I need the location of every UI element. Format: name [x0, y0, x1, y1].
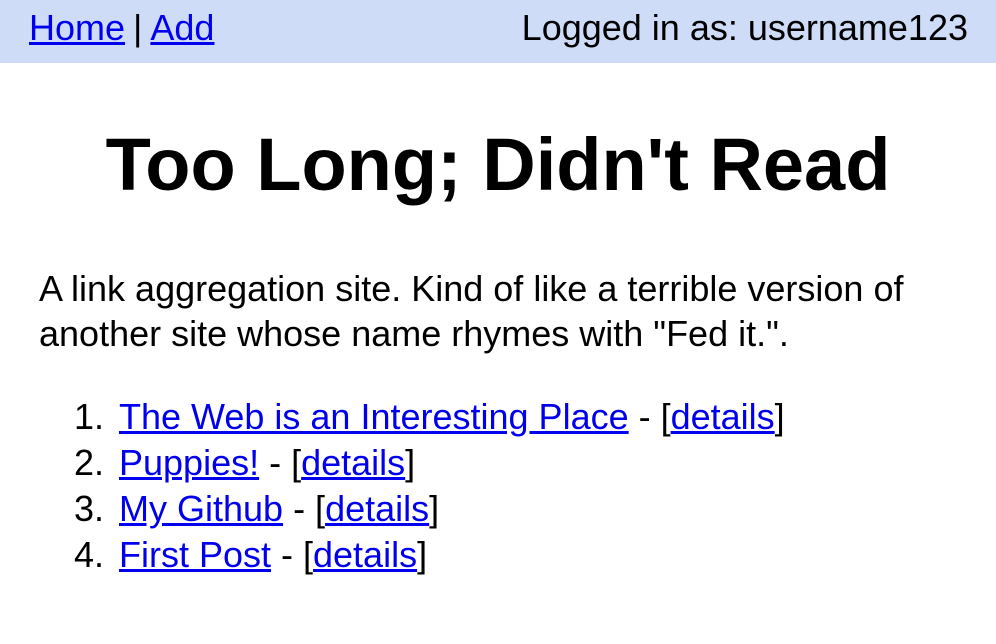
add-link[interactable]: Add — [150, 7, 214, 48]
list-number: 2. — [74, 442, 105, 483]
list-number: 4. — [74, 534, 105, 575]
login-status: Logged in as: username123 — [521, 7, 968, 48]
details-suffix: ] — [405, 442, 416, 483]
link-title[interactable]: My Github — [119, 488, 283, 529]
home-link[interactable]: Home — [29, 7, 125, 48]
details-link[interactable]: details — [313, 534, 417, 575]
page-title: Too Long; Didn't Read — [105, 123, 891, 206]
details-link[interactable]: details — [301, 442, 405, 483]
list-item: 3. My Github - [details] — [74, 486, 785, 532]
details-suffix: ] — [774, 396, 785, 437]
details-link[interactable]: details — [671, 396, 775, 437]
link-title[interactable]: The Web is an Interesting Place — [119, 396, 629, 437]
details-suffix: ] — [417, 534, 428, 575]
top-navigation-bar: Home | Add Logged in as: username123 — [0, 0, 996, 63]
details-prefix: - [ — [283, 488, 326, 529]
link-title[interactable]: First Post — [119, 534, 271, 575]
link-list: 1. The Web is an Interesting Place - [det… — [74, 394, 785, 578]
details-prefix: - [ — [259, 442, 302, 483]
details-suffix: ] — [429, 488, 440, 529]
details-link[interactable]: details — [325, 488, 429, 529]
primary-nav: Home | Add — [29, 8, 214, 48]
site-description: A link aggregation site. Kind of like a … — [39, 268, 904, 354]
list-number: 1. — [74, 396, 105, 437]
details-prefix: - [ — [271, 534, 314, 575]
details-prefix: - [ — [628, 396, 671, 437]
list-item: 1. The Web is an Interesting Place - [det… — [74, 394, 785, 440]
list-number: 3. — [74, 488, 105, 529]
nav-separator: | — [133, 7, 143, 48]
link-title[interactable]: Puppies! — [119, 442, 259, 483]
list-item: 2. Puppies! - [details] — [74, 440, 785, 486]
list-item: 4. First Post - [details] — [74, 532, 785, 578]
